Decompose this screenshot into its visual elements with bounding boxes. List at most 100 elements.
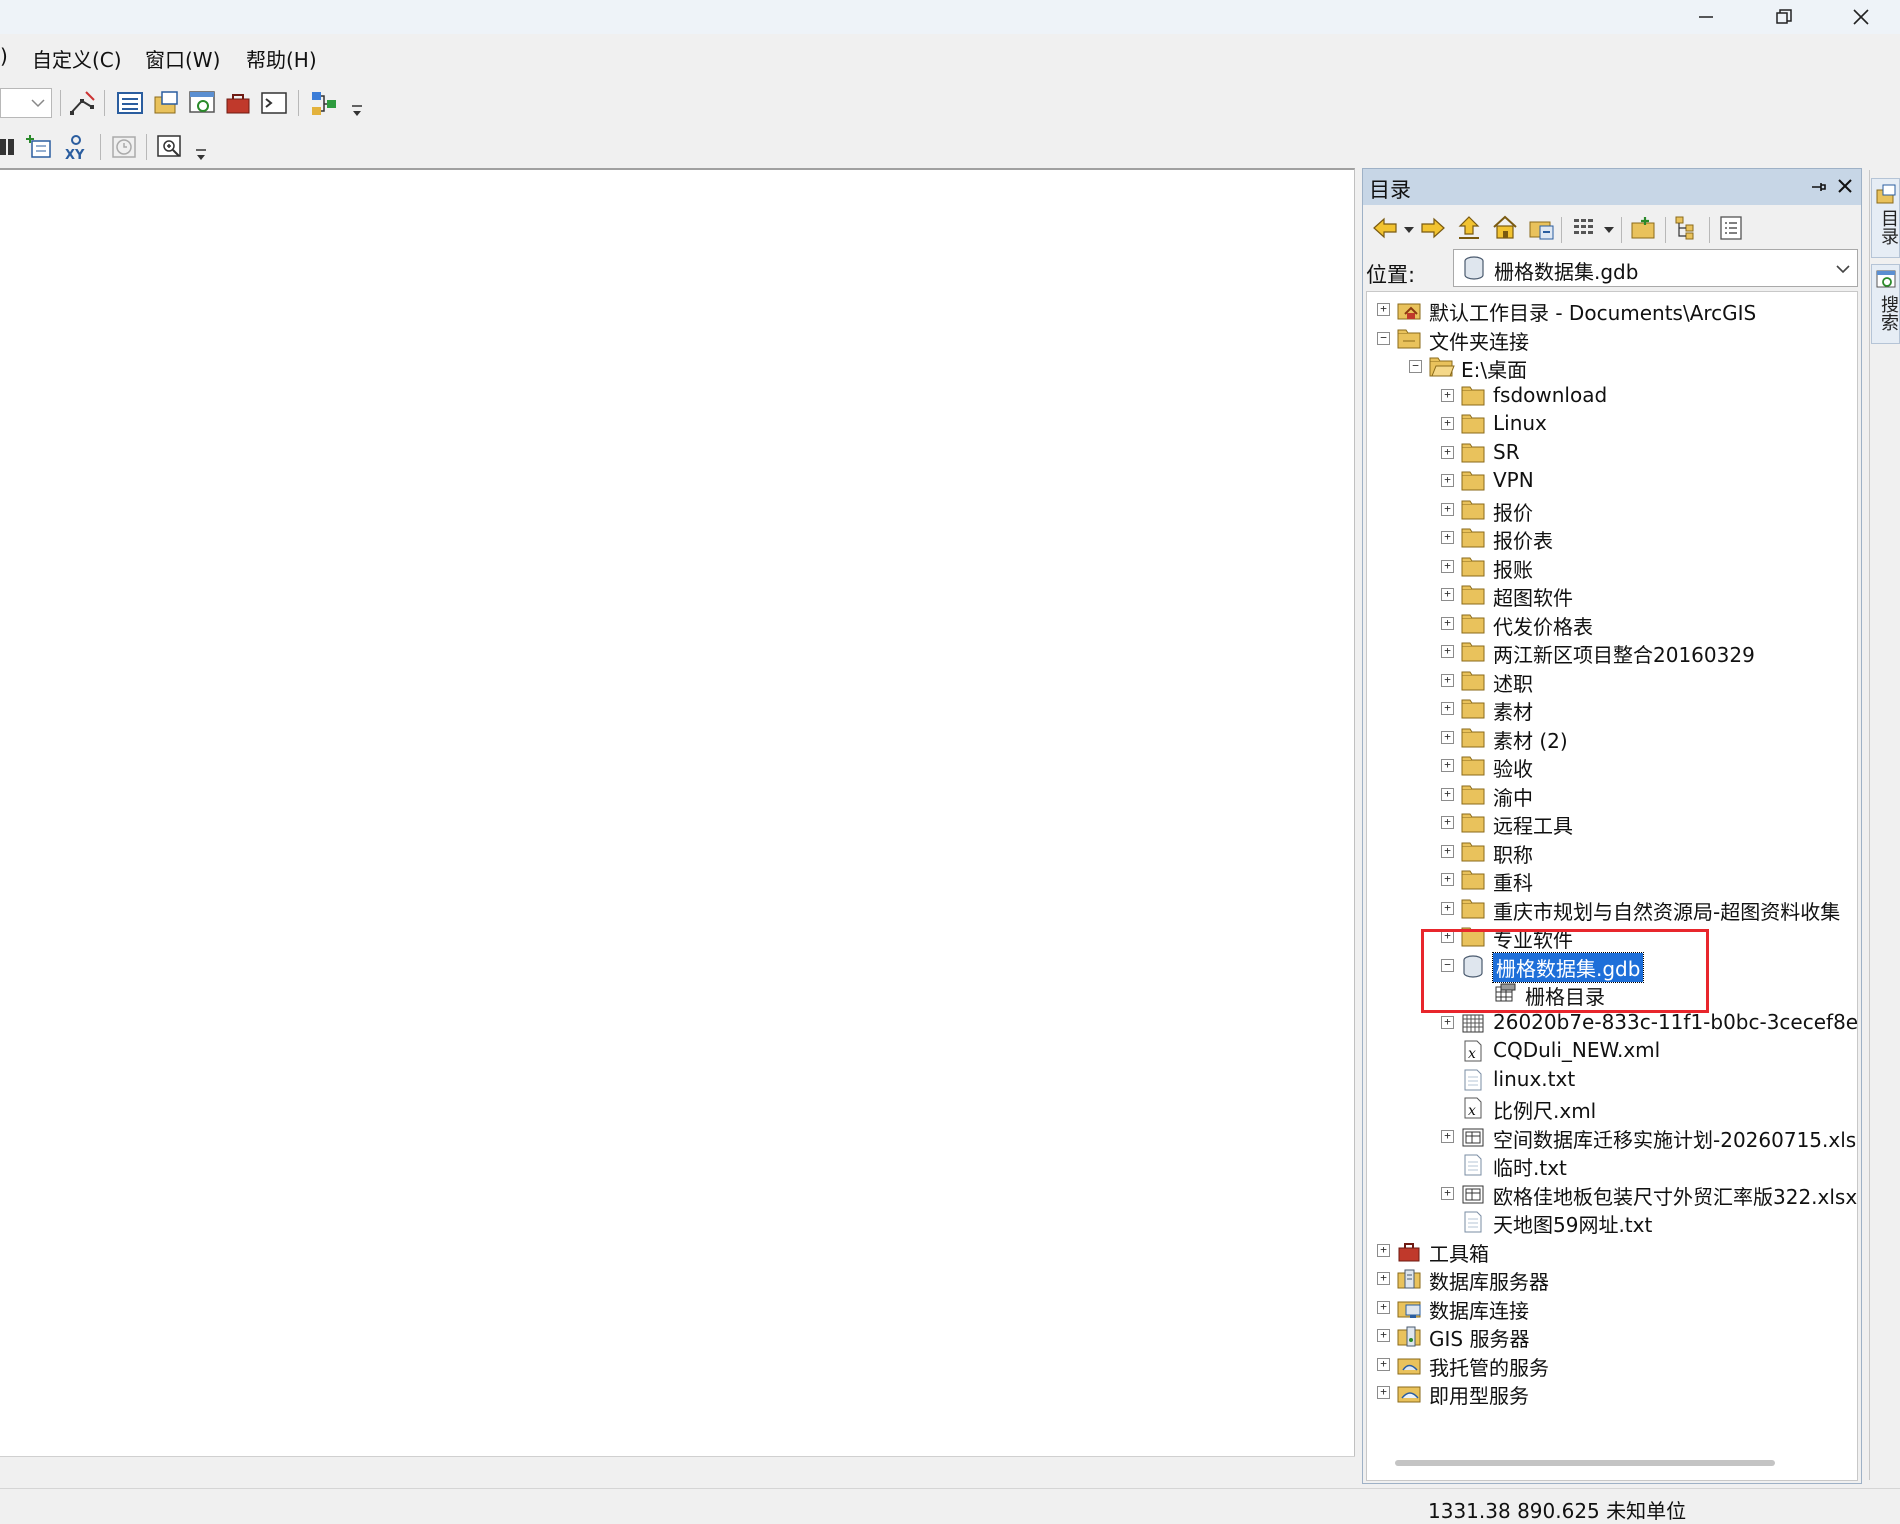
tree-item[interactable]: + 报价 bbox=[1367, 496, 1857, 525]
tree-item[interactable]: + 我托管的服务 bbox=[1367, 1351, 1857, 1380]
tree-item[interactable]: + 职称 bbox=[1367, 838, 1857, 867]
expand-toggle[interactable]: + bbox=[1441, 445, 1454, 459]
tree-item[interactable]: + 超图软件 bbox=[1367, 581, 1857, 610]
expand-toggle[interactable]: + bbox=[1377, 1386, 1390, 1399]
pin-icon[interactable] bbox=[1811, 179, 1827, 195]
tree-item[interactable]: + 即用型服务 bbox=[1367, 1379, 1857, 1408]
editor-toolbar-button[interactable] bbox=[66, 87, 98, 119]
tree-item[interactable]: + 述职 bbox=[1367, 667, 1857, 696]
expand-toggle[interactable]: + bbox=[1441, 702, 1454, 715]
tree-item[interactable]: x 比例尺.xml bbox=[1367, 1094, 1857, 1123]
go-to-xy-layer-button[interactable] bbox=[24, 131, 56, 163]
tree-item[interactable]: + 数据库连接 bbox=[1367, 1294, 1857, 1323]
arctoolbox-button[interactable] bbox=[222, 87, 254, 119]
home-button[interactable] bbox=[1489, 212, 1521, 244]
tree-item[interactable]: + 空间数据库迁移实施计划-20260715.xls: bbox=[1367, 1123, 1857, 1152]
collapse-toggle[interactable]: − bbox=[1377, 331, 1390, 345]
connect-to-folder-button[interactable] bbox=[1525, 212, 1557, 244]
expand-toggle[interactable]: + bbox=[1441, 559, 1454, 573]
scale-dropdown[interactable] bbox=[0, 88, 52, 118]
menu-item-window[interactable]: 窗口(W) bbox=[145, 44, 220, 73]
map-display[interactable] bbox=[0, 168, 1355, 1474]
restore-button[interactable] bbox=[1745, 0, 1823, 34]
time-slider-button[interactable] bbox=[108, 131, 140, 163]
model-builder-button[interactable] bbox=[308, 87, 340, 119]
chevron-down-icon[interactable] bbox=[1603, 225, 1615, 235]
tree-item[interactable]: + 报账 bbox=[1367, 553, 1857, 582]
tree-item[interactable]: + 素材 (2) bbox=[1367, 724, 1857, 753]
menu-item-partial[interactable]: ) bbox=[0, 44, 8, 68]
tree-item[interactable]: + 报价表 bbox=[1367, 524, 1857, 553]
collapse-toggle[interactable]: − bbox=[1409, 360, 1422, 373]
expand-toggle[interactable]: + bbox=[1377, 1300, 1390, 1314]
expand-toggle[interactable]: + bbox=[1441, 502, 1454, 516]
close-icon[interactable] bbox=[1837, 178, 1853, 194]
tree-item[interactable]: 临时.txt bbox=[1367, 1151, 1857, 1180]
tree-item[interactable]: linux.txt bbox=[1367, 1066, 1857, 1094]
tree-item[interactable]: + 重庆市规划与自然资源局-超图资料收集 bbox=[1367, 895, 1857, 924]
tree-item[interactable]: + 素材 bbox=[1367, 695, 1857, 724]
python-window-button[interactable] bbox=[258, 87, 290, 119]
expand-toggle[interactable]: + bbox=[1441, 873, 1454, 886]
identify-partial-button[interactable] bbox=[0, 131, 18, 163]
tree-item[interactable]: 天地图59网址.txt bbox=[1367, 1208, 1857, 1237]
tree-item[interactable]: + 工具箱 bbox=[1367, 1237, 1857, 1266]
catalog-tree[interactable]: + 默认工作目录 - Documents\ArcGIS − 文件夹连接 − E:\桌面 + f… bbox=[1366, 291, 1858, 1481]
chevron-down-icon[interactable] bbox=[1403, 225, 1415, 235]
expand-toggle[interactable]: + bbox=[1441, 787, 1454, 801]
tree-item[interactable]: x CQDuli_NEW.xml bbox=[1367, 1037, 1857, 1065]
tree-item[interactable]: + 代发价格表 bbox=[1367, 610, 1857, 639]
expand-toggle[interactable]: + bbox=[1377, 1243, 1390, 1257]
tree-item[interactable]: + GIS 服务器 bbox=[1367, 1322, 1857, 1351]
expand-toggle[interactable]: + bbox=[1441, 531, 1454, 544]
up-one-level-button[interactable] bbox=[1453, 212, 1485, 244]
location-combobox[interactable]: 栅格数据集.gdb bbox=[1453, 249, 1858, 287]
forward-button[interactable] bbox=[1417, 212, 1449, 244]
expand-toggle[interactable]: + bbox=[1377, 1272, 1390, 1285]
dock-tab-search[interactable]: 搜索 bbox=[1871, 264, 1900, 344]
create-viewer-window-button[interactable] bbox=[154, 131, 186, 163]
expand-toggle[interactable]: + bbox=[1441, 844, 1454, 858]
tree-item[interactable]: − 文件夹连接 bbox=[1367, 325, 1857, 354]
tree-item[interactable]: + 远程工具 bbox=[1367, 809, 1857, 838]
tree-item[interactable]: + Linux bbox=[1367, 410, 1857, 438]
menu-item-help[interactable]: 帮助(H) bbox=[246, 44, 317, 73]
expand-toggle[interactable]: + bbox=[1441, 388, 1454, 402]
tree-item[interactable]: + fsdownload bbox=[1367, 382, 1857, 410]
tree-item[interactable]: + 默认工作目录 - Documents\ArcGIS bbox=[1367, 296, 1857, 325]
expand-toggle[interactable]: + bbox=[1441, 616, 1454, 630]
tree-item[interactable]: + SR bbox=[1367, 439, 1857, 467]
expand-toggle[interactable]: + bbox=[1377, 1357, 1390, 1371]
expand-toggle[interactable]: + bbox=[1441, 730, 1454, 744]
tree-item[interactable]: − E:\桌面 bbox=[1367, 353, 1857, 382]
search-window-button[interactable] bbox=[186, 87, 218, 119]
expand-toggle[interactable]: + bbox=[1441, 474, 1454, 487]
expand-toggle[interactable]: + bbox=[1441, 1015, 1454, 1029]
tree-item[interactable]: + 验收 bbox=[1367, 752, 1857, 781]
menu-item-customize[interactable]: 自定义(C) bbox=[32, 44, 122, 73]
tree-item[interactable]: + 欧格佳地板包装尺寸外贸汇率版322.xlsx bbox=[1367, 1180, 1857, 1209]
back-button[interactable] bbox=[1369, 212, 1401, 244]
expand-toggle[interactable]: + bbox=[1377, 1329, 1390, 1342]
tree-horizontal-scrollbar[interactable] bbox=[1395, 1460, 1775, 1466]
expand-toggle[interactable]: + bbox=[1441, 1186, 1454, 1200]
tree-item[interactable]: + 重科 bbox=[1367, 866, 1857, 895]
new-folder-button[interactable] bbox=[1627, 212, 1659, 244]
close-window-button[interactable] bbox=[1822, 0, 1900, 34]
expand-toggle[interactable]: + bbox=[1441, 645, 1454, 658]
expand-toggle[interactable]: + bbox=[1441, 901, 1454, 915]
toolbar-overflow-icon[interactable] bbox=[194, 146, 208, 164]
expand-toggle[interactable]: + bbox=[1441, 759, 1454, 772]
expand-toggle[interactable]: + bbox=[1441, 417, 1454, 430]
catalog-window-button[interactable] bbox=[150, 87, 182, 119]
table-of-contents-button[interactable] bbox=[114, 87, 146, 119]
map-horizontal-scrollbar[interactable] bbox=[0, 1456, 1355, 1476]
tree-item[interactable]: + VPN bbox=[1367, 467, 1857, 495]
go-to-xy-button[interactable]: XY bbox=[60, 131, 92, 163]
minimize-button[interactable] bbox=[1667, 0, 1745, 34]
dock-tab-catalog[interactable]: 目录 bbox=[1871, 178, 1900, 258]
toggle-contents-panel-button[interactable] bbox=[1671, 212, 1703, 244]
expand-toggle[interactable]: + bbox=[1441, 816, 1454, 829]
tree-item[interactable]: + 数据库服务器 bbox=[1367, 1265, 1857, 1294]
expand-toggle[interactable]: + bbox=[1441, 1129, 1454, 1143]
